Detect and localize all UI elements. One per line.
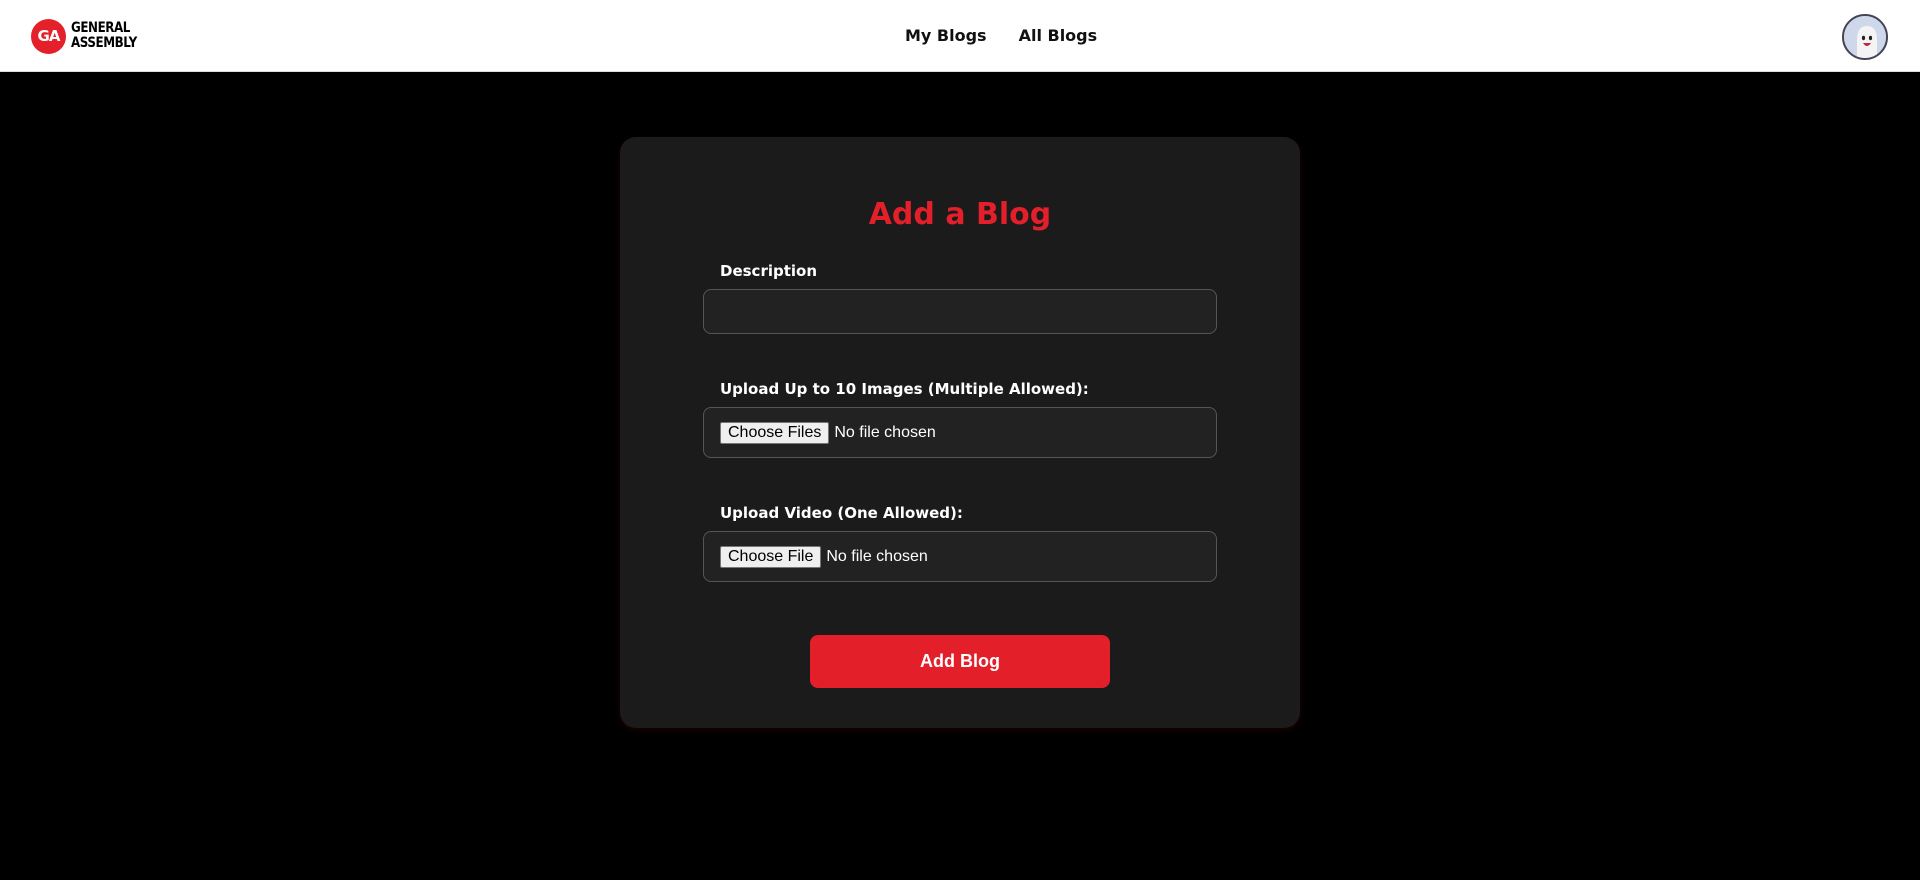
ga-logo-icon: GA: [31, 18, 66, 54]
form-title: Add a Blog: [868, 197, 1052, 232]
general-assembly-logo[interactable]: GA GENERAL ASSEMBLY: [31, 18, 148, 54]
video-upload-field: Choose File No file chosen: [703, 531, 1217, 582]
logo-wordmark: GENERAL ASSEMBLY: [71, 21, 137, 51]
description-field-wrapper: [703, 289, 1217, 334]
main-nav: My Blogs All Blogs: [905, 26, 1097, 45]
description-input[interactable]: [704, 290, 1216, 333]
images-upload-field: Choose Files No file chosen: [703, 407, 1217, 458]
video-upload-label: Upload Video (One Allowed):: [720, 504, 963, 522]
description-label: Description: [720, 262, 818, 280]
images-upload-label: Upload Up to 10 Images (Multiple Allowed…: [720, 380, 1089, 398]
images-file-row: Choose Files No file chosen: [720, 422, 936, 444]
avatar-image: [1844, 16, 1886, 58]
logo-line-2: ASSEMBLY: [71, 35, 137, 51]
add-blog-form-card: Add a Blog Description Upload Up to 10 I…: [620, 137, 1300, 728]
choose-images-button[interactable]: Choose Files: [720, 422, 830, 444]
video-file-status: No file chosen: [826, 548, 928, 565]
nav-all-blogs-link[interactable]: All Blogs: [1019, 26, 1098, 45]
add-blog-button[interactable]: Add Blog: [810, 635, 1110, 688]
logo-line-1: GENERAL: [71, 20, 130, 36]
choose-video-button[interactable]: Choose File: [720, 546, 822, 568]
video-file-row: Choose File No file chosen: [720, 546, 928, 568]
nav-my-blogs-link[interactable]: My Blogs: [905, 26, 987, 45]
user-avatar-icon[interactable]: [1842, 14, 1888, 60]
top-navbar: GA GENERAL ASSEMBLY My Blogs All Blogs: [0, 0, 1920, 72]
images-file-status: No file chosen: [834, 424, 936, 441]
